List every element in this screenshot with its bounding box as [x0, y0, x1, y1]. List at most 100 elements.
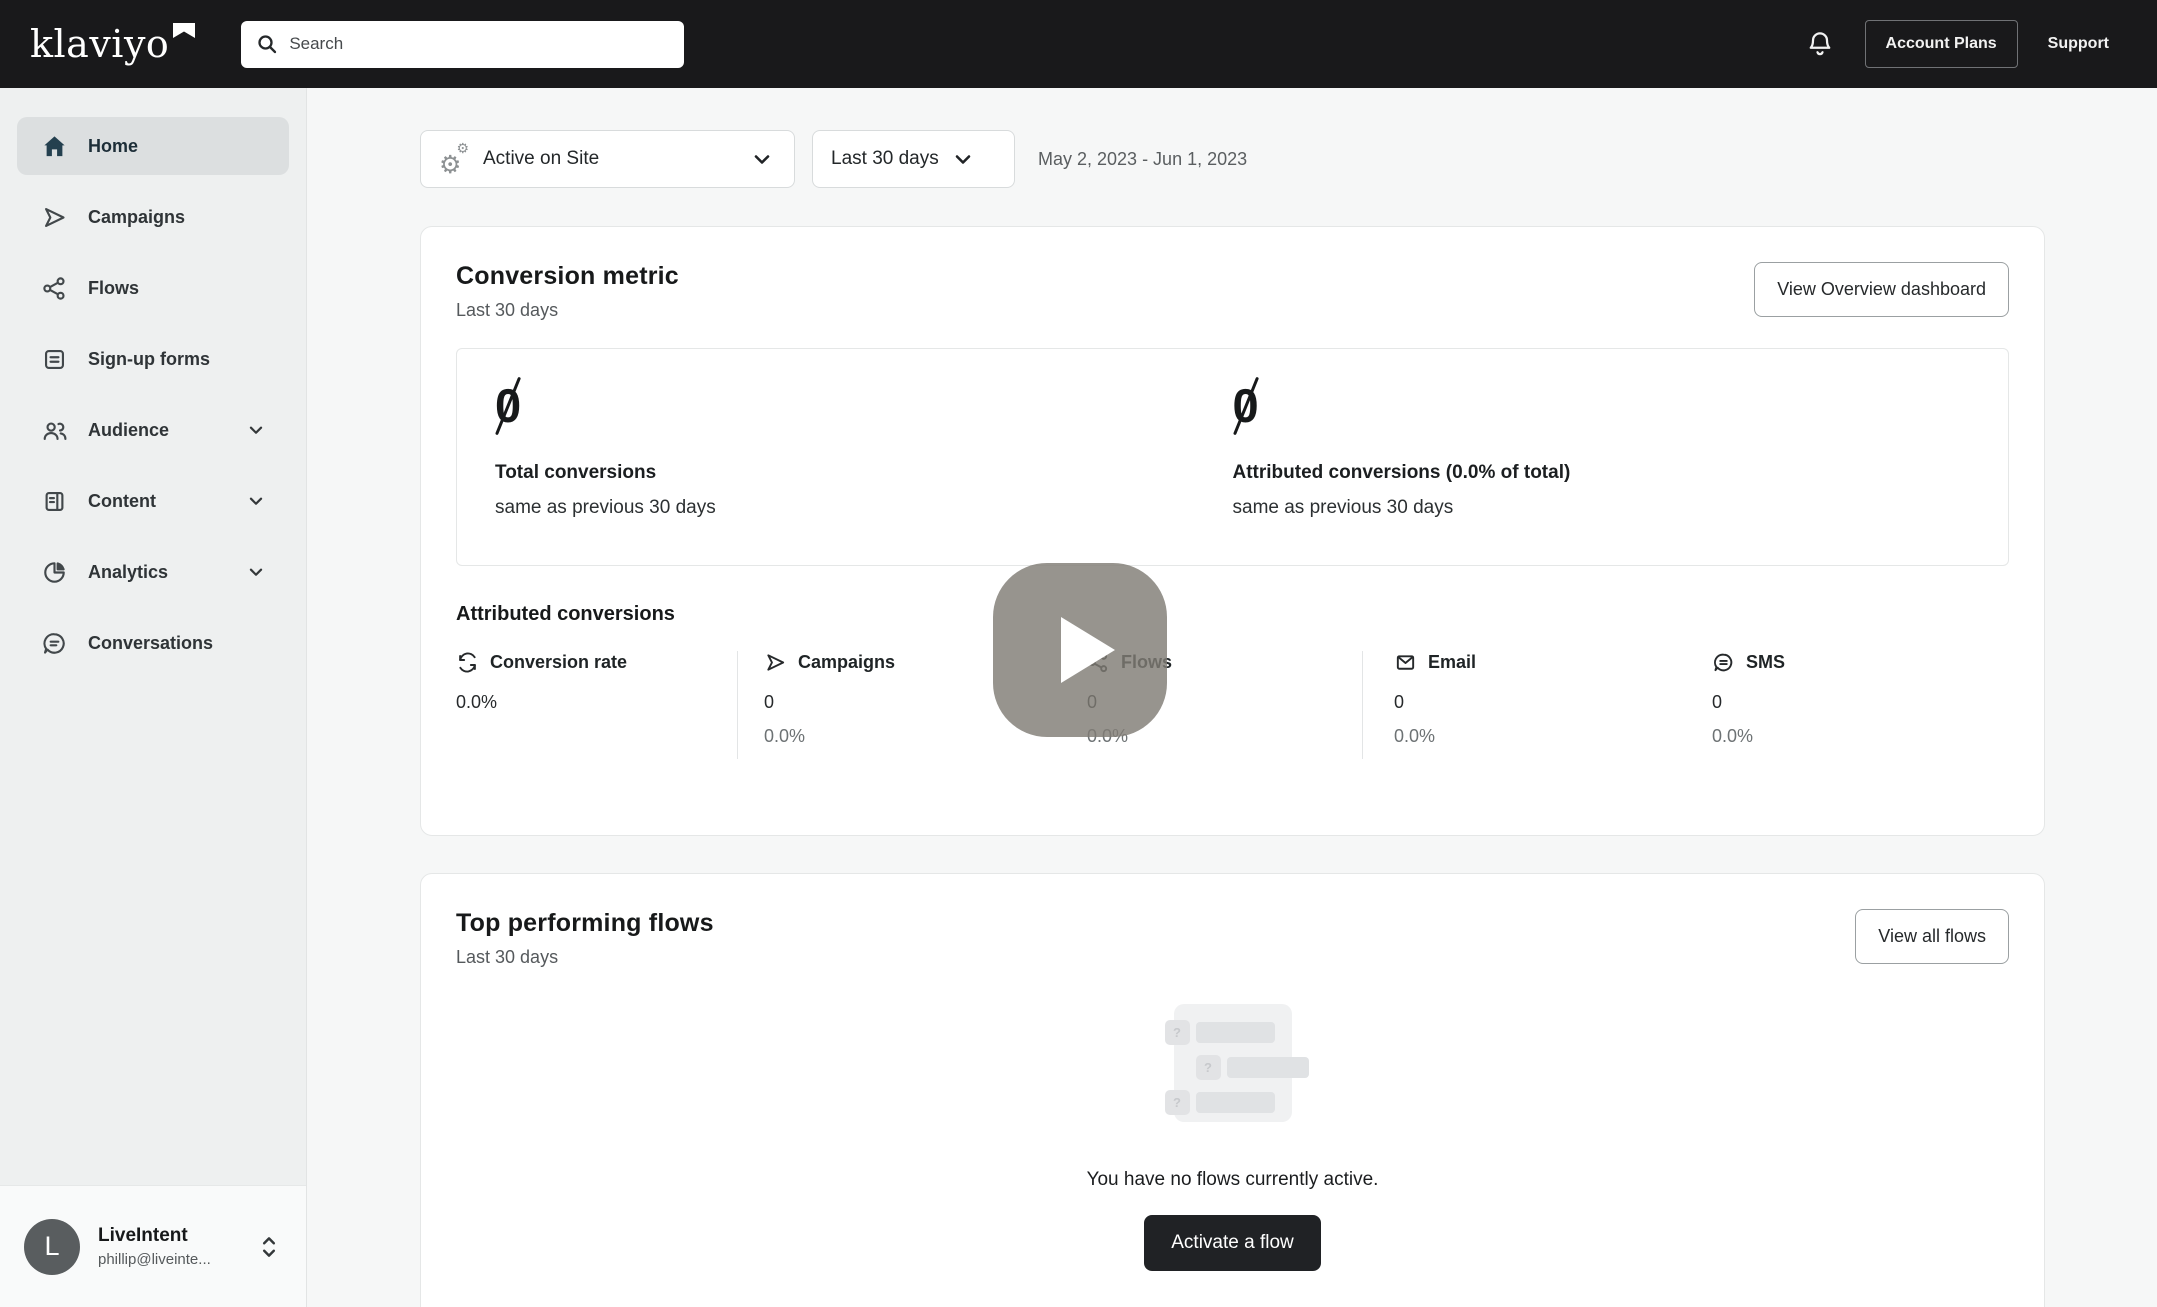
home-icon	[41, 133, 68, 160]
sidebar-item-label: Campaigns	[88, 207, 185, 228]
send-icon	[41, 204, 68, 231]
total-conversions-label: Total conversions	[495, 462, 1233, 484]
card-title: Conversion metric	[456, 262, 679, 291]
total-conversions-stat: 0 Total conversions same as previous 30 …	[495, 377, 1233, 529]
sidebar-item-home[interactable]: Home	[17, 117, 289, 175]
attributed-conversions-label: Attributed conversions (0.0% of total)	[1233, 462, 1971, 484]
sidebar-item-label: Home	[88, 136, 138, 157]
chevron-down-icon	[245, 561, 267, 583]
sidebar-item-campaigns[interactable]: Campaigns	[17, 188, 289, 246]
metric-percent: 0.0%	[1712, 726, 2009, 747]
cycle-icon	[456, 651, 479, 674]
search-icon	[255, 32, 279, 56]
chevron-down-icon	[951, 147, 975, 171]
metric-percent: 0.0%	[764, 726, 1061, 747]
sidebar-item-analytics[interactable]: Analytics	[17, 543, 289, 601]
klaviyo-wordmark: klaviyo	[30, 25, 169, 63]
account-plans-button[interactable]: Account Plans	[1865, 20, 2018, 68]
klaviyo-logo[interactable]: klaviyo	[30, 25, 195, 63]
metric-label: SMS	[1746, 652, 1785, 673]
placeholder-question-icon: ?	[1165, 1020, 1190, 1045]
placeholder-bar	[1196, 1022, 1275, 1043]
support-link[interactable]: Support	[2048, 35, 2109, 53]
chevron-down-icon	[245, 490, 267, 512]
main-content: ⚙⚙ Active on Site Last 30 days May 2, 20…	[307, 88, 2157, 1307]
placeholder-bar	[1196, 1092, 1275, 1113]
metric-label: Conversion rate	[490, 652, 627, 673]
total-conversions-value: 0	[495, 377, 521, 436]
unfold-icon[interactable]	[256, 1232, 282, 1262]
conversion-stats-box: 0 Total conversions same as previous 30 …	[456, 348, 2009, 566]
attributed-conversions-stat: 0 Attributed conversions (0.0% of total)…	[1233, 377, 1971, 529]
search-input[interactable]	[289, 34, 670, 54]
people-icon	[41, 417, 68, 444]
date-range-value: Last 30 days	[831, 148, 939, 170]
attributed-conversions-value: 0	[1233, 377, 1259, 436]
sidebar-item-audience[interactable]: Audience	[17, 401, 289, 459]
sidebar: Home Campaigns Flows Sign-up forms	[0, 88, 307, 1307]
date-range-dropdown[interactable]: Last 30 days	[812, 130, 1015, 188]
play-icon	[1061, 617, 1115, 683]
sidebar-item-content[interactable]: Content	[17, 472, 289, 530]
attributed-conversions-note: same as previous 30 days	[1233, 497, 1971, 519]
sms-metric: SMS 0 0.0%	[1681, 651, 2009, 759]
sidebar-item-label: Sign-up forms	[88, 349, 210, 370]
sidebar-item-label: Content	[88, 491, 156, 512]
placeholder-question-icon: ?	[1165, 1090, 1190, 1115]
sidebar-item-label: Analytics	[88, 562, 168, 583]
global-search[interactable]	[241, 21, 684, 68]
sms-chat-icon	[1712, 651, 1735, 674]
gears-icon: ⚙⚙	[439, 144, 469, 174]
metric-selector-dropdown[interactable]: ⚙⚙ Active on Site	[420, 130, 795, 188]
flows-placeholder-illustration: ? ? ?	[1174, 1004, 1292, 1122]
email-icon	[1394, 651, 1417, 674]
total-conversions-note: same as previous 30 days	[495, 497, 1233, 519]
chat-icon	[41, 630, 68, 657]
avatar: L	[24, 1219, 80, 1275]
date-range-text: May 2, 2023 - Jun 1, 2023	[1038, 149, 1247, 170]
card-title: Top performing flows	[456, 909, 714, 938]
metric-selector-value: Active on Site	[483, 148, 599, 170]
filter-bar: ⚙⚙ Active on Site Last 30 days May 2, 20…	[420, 130, 2045, 188]
account-email: phillip@liveinte...	[98, 1251, 211, 1268]
view-overview-dashboard-button[interactable]: View Overview dashboard	[1754, 262, 2009, 317]
placeholder-question-icon: ?	[1196, 1055, 1221, 1080]
notifications-bell-icon[interactable]	[1805, 29, 1835, 59]
send-icon	[764, 651, 787, 674]
view-all-flows-button[interactable]: View all flows	[1855, 909, 2009, 964]
klaviyo-flag-icon	[172, 23, 195, 39]
card-subtitle: Last 30 days	[456, 300, 679, 321]
sidebar-item-label: Flows	[88, 278, 139, 299]
empty-flows-message: You have no flows currently active.	[1087, 1169, 1379, 1191]
attributed-conversions-heading: Attributed conversions	[456, 603, 2009, 626]
metric-label: Email	[1428, 652, 1476, 673]
placeholder-bar	[1227, 1057, 1309, 1078]
content-icon	[41, 488, 68, 515]
form-icon	[41, 346, 68, 373]
metric-value: 0	[1712, 692, 2009, 713]
metric-label: Campaigns	[798, 652, 895, 673]
activate-a-flow-button[interactable]: Activate a flow	[1144, 1215, 1321, 1271]
pie-chart-icon	[41, 559, 68, 586]
video-play-button[interactable]	[993, 563, 1167, 737]
sidebar-item-label: Audience	[88, 420, 169, 441]
sidebar-item-conversations[interactable]: Conversations	[17, 614, 289, 672]
metric-value: 0	[1394, 692, 1681, 713]
sidebar-item-label: Conversations	[88, 633, 213, 654]
sidebar-item-signup-forms[interactable]: Sign-up forms	[17, 330, 289, 388]
conversion-metric-card: Conversion metric Last 30 days View Over…	[420, 226, 2045, 836]
attributed-metrics-row: Conversion rate 0.0% Campaigns 0 0.0%	[456, 651, 2009, 759]
chevron-down-icon	[750, 147, 774, 171]
account-name: LiveIntent	[98, 1225, 211, 1247]
top-performing-flows-card: Top performing flows Last 30 days View a…	[420, 873, 2045, 1307]
sidebar-item-flows[interactable]: Flows	[17, 259, 289, 317]
metric-value: 0.0%	[456, 692, 737, 713]
flows-icon	[41, 275, 68, 302]
email-metric: Email 0 0.0%	[1363, 651, 1681, 759]
chevron-down-icon	[245, 419, 267, 441]
account-switcher[interactable]: L LiveIntent phillip@liveinte...	[0, 1185, 306, 1307]
topbar: klaviyo Account Plans Support	[0, 0, 2157, 88]
metric-percent: 0.0%	[1394, 726, 1681, 747]
card-subtitle: Last 30 days	[456, 947, 714, 968]
flows-empty-state: ? ? ? You have no flows currently active…	[456, 968, 2009, 1271]
